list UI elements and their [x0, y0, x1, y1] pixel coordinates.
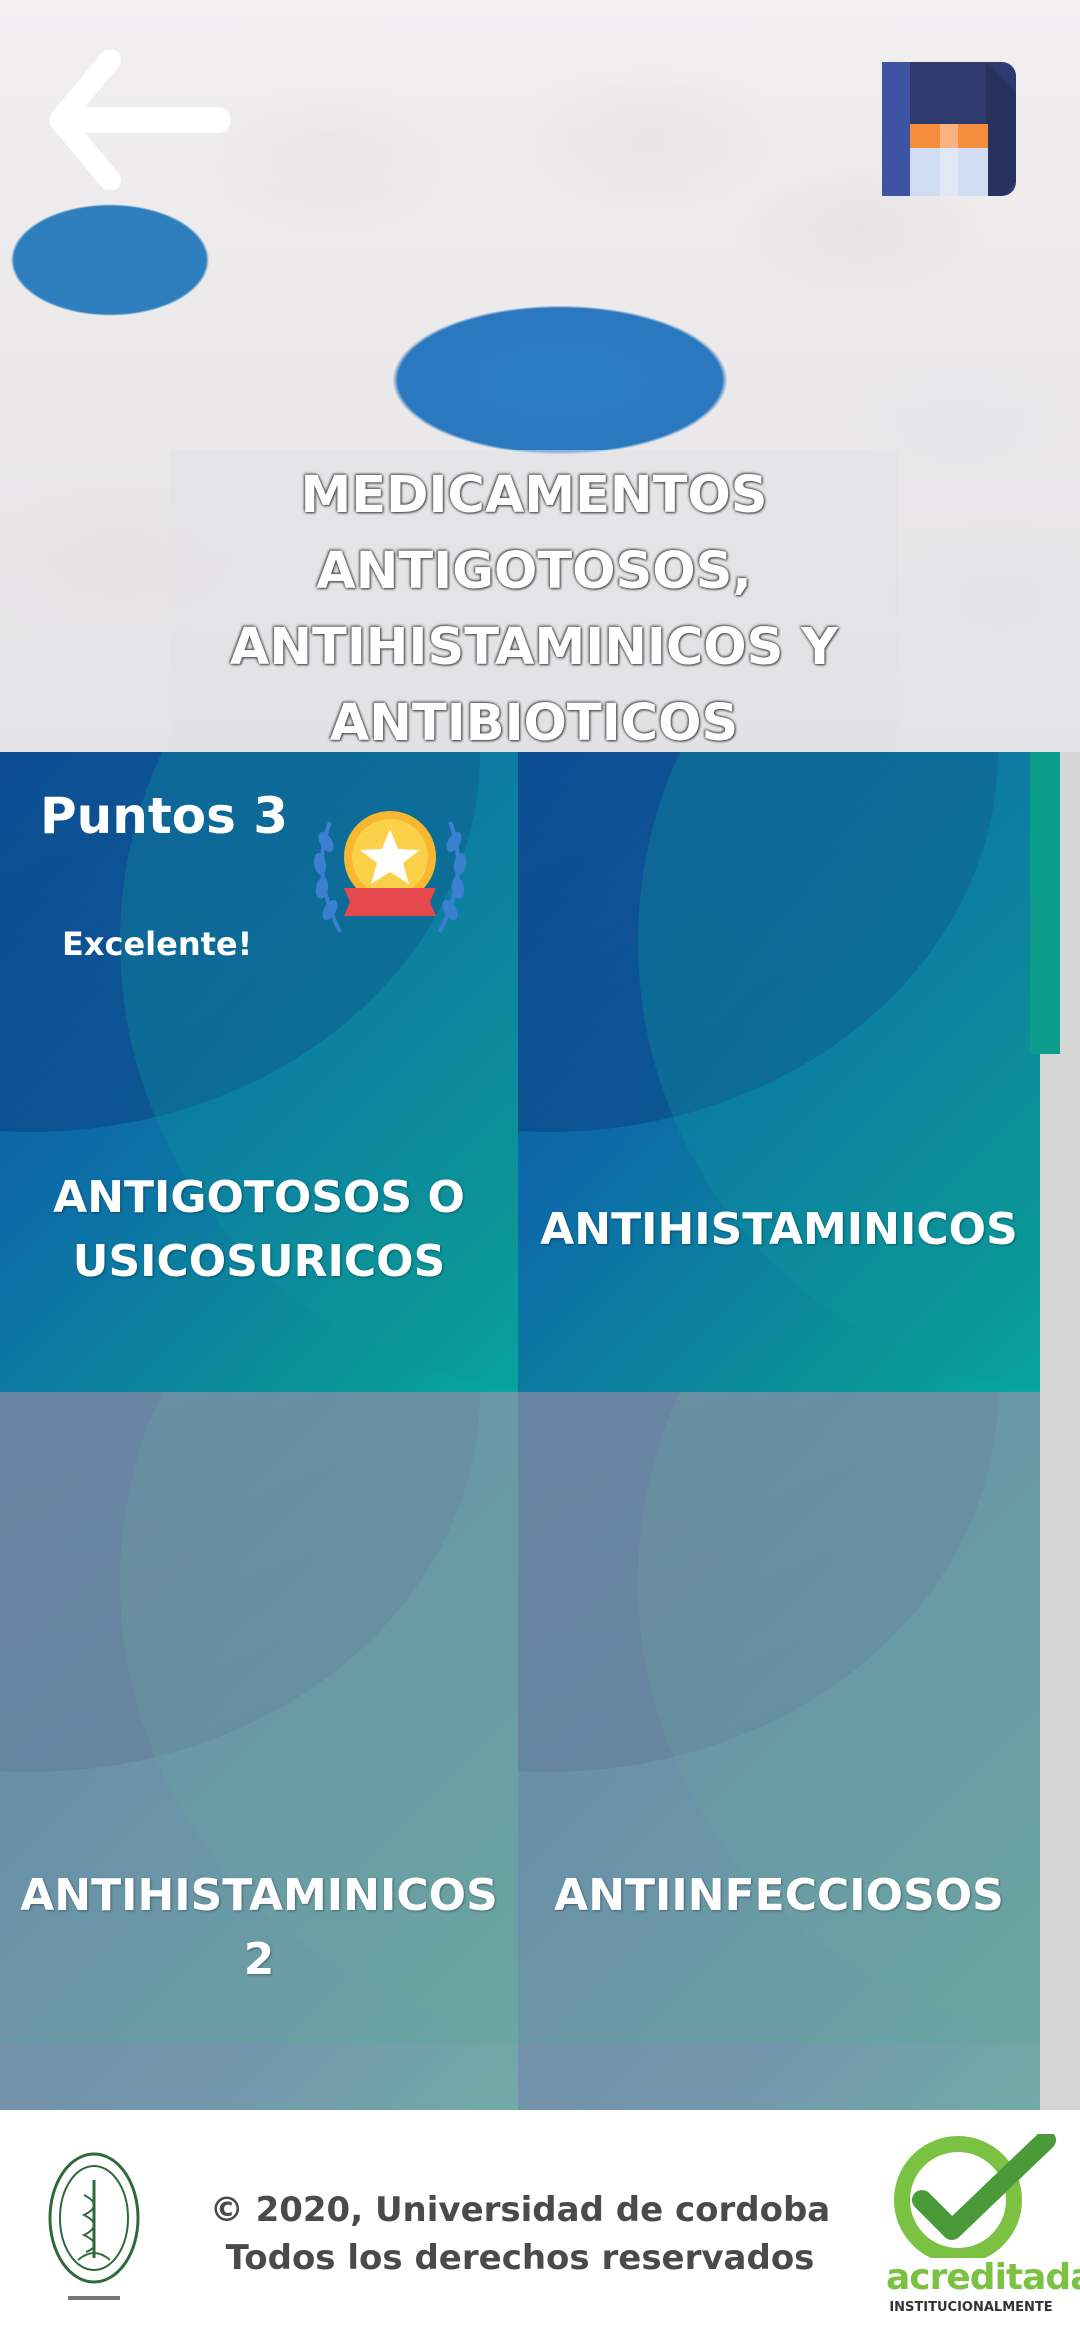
accreditation-word: acreditada [886, 2257, 1080, 2298]
page-title-line: ANTIBIOTICOS [329, 694, 739, 753]
arrow-left-icon [49, 49, 231, 191]
header-banner: MEDICAMENTOS ANTIGOTOSOS, ANTIHISTAMINIC… [0, 0, 1080, 753]
scrollbar-thumb[interactable] [1030, 752, 1060, 1054]
screen: MEDICAMENTOS ANTIGOTOSOS, ANTIHISTAMINIC… [0, 0, 1080, 2340]
page-title-line: ANTIHISTAMINICOS Y [229, 618, 839, 677]
copyright-text: © 2020, Universidad de cordoba Todos los… [190, 2186, 850, 2282]
tile-label-line: ANTIINFECCIOSOS [554, 1870, 1004, 1921]
page-title: MEDICAMENTOS ANTIGOTOSOS, ANTIHISTAMINIC… [170, 458, 898, 762]
tile-label-line: ANTIHISTAMINICOS 2 [20, 1870, 498, 1985]
footer: © 2020, Universidad de cordoba Todos los… [0, 2110, 1080, 2340]
tile-label: ANTIHISTAMINICOS [518, 1198, 1040, 1262]
tile-label: ANTIHISTAMINICOS 2 [0, 1864, 518, 1992]
university-seal-logo [48, 2152, 140, 2300]
accreditation-logo: acreditada INSTITUCIONALMENTE [886, 2130, 1080, 2334]
accreditation-subtitle: INSTITUCIONALMENTE [889, 2300, 1053, 2315]
back-button[interactable] [49, 49, 231, 191]
rights-line: Todos los derechos reservados [225, 2238, 815, 2278]
tile-label: ANTIGOTOSOS O USICOSURICOS [0, 1166, 518, 1294]
tile-antihistaminicos[interactable]: ANTIHISTAMINICOS [518, 752, 1040, 1392]
copyright-line: © 2020, Universidad de cordoba [209, 2190, 831, 2230]
tile-decoration [638, 752, 1040, 1392]
save-button[interactable] [882, 62, 1016, 196]
rating-label: Excelente! [62, 925, 253, 963]
tile-label-line: USICOSURICOS [72, 1236, 446, 1287]
tile-label-line: ANTIHISTAMINICOS [540, 1204, 1018, 1255]
tile-antiinfecciosos[interactable]: ANTIINFECCIOSOS [518, 1392, 1040, 2044]
tile-partial[interactable] [518, 2044, 1040, 2110]
page-title-line: MEDICAMENTOS [300, 466, 768, 525]
tile-label: ANTIINFECCIOSOS [518, 1864, 1040, 1928]
floppy-disk-icon [882, 62, 1016, 196]
page-title-line: ANTIGOTOSOS, [316, 542, 752, 601]
category-grid: Puntos 3 Excelente! ANTIGOTOSOS O USICOS… [0, 752, 1040, 2110]
tile-antigotosos[interactable]: Puntos 3 Excelente! ANTIGOTOSOS O USICOS… [0, 752, 518, 1392]
tile-label-line: ANTIGOTOSOS O [53, 1172, 465, 1223]
points-label: Puntos 3 [40, 787, 289, 845]
tile-antihistaminicos-2[interactable]: ANTIHISTAMINICOS 2 [0, 1392, 518, 2044]
checkmark-badge-icon [894, 2130, 1056, 2264]
medal-star-icon [313, 811, 467, 933]
tile-partial[interactable] [0, 2044, 518, 2110]
tile-decoration [638, 1392, 1040, 2032]
